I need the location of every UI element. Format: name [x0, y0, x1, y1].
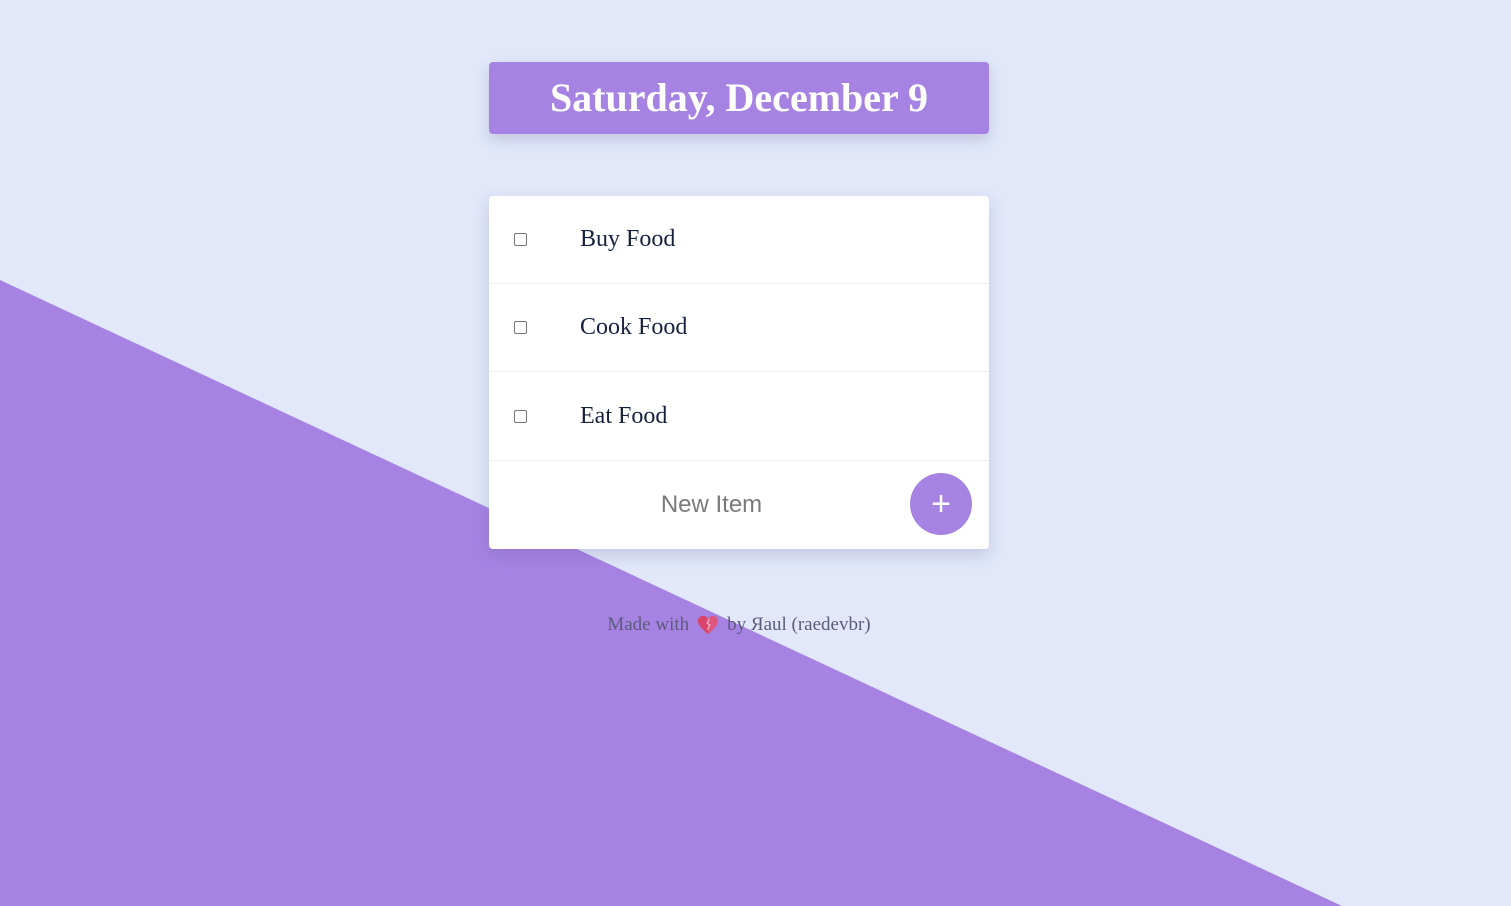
- todo-label: Buy Food: [580, 226, 676, 252]
- todo-list-card: Buy Food Cook Food Eat Food +: [489, 196, 989, 549]
- checkbox[interactable]: [514, 233, 527, 246]
- checkbox[interactable]: [514, 409, 527, 423]
- todo-item-buy-food[interactable]: Buy Food: [489, 196, 989, 284]
- heart-icon: [698, 615, 719, 635]
- footer: Made with by Яaul (raedevbr): [489, 614, 989, 636]
- todo-label: Eat Food: [580, 402, 668, 429]
- new-item-form: +: [489, 461, 989, 548]
- todo-item-eat-food[interactable]: Eat Food: [489, 372, 989, 461]
- footer-prefix: Made with: [607, 614, 690, 635]
- checkbox[interactable]: [514, 321, 527, 334]
- todo-item-cook-food[interactable]: Cook Food: [489, 284, 989, 372]
- new-item-input[interactable]: [489, 461, 934, 548]
- add-item-button[interactable]: +: [910, 473, 972, 535]
- date-heading: Saturday, December 9: [489, 62, 989, 134]
- footer-suffix: by Яaul (raedevbr): [727, 614, 871, 635]
- date-title: Saturday, December 9: [549, 75, 929, 120]
- todo-label: Cook Food: [580, 314, 688, 340]
